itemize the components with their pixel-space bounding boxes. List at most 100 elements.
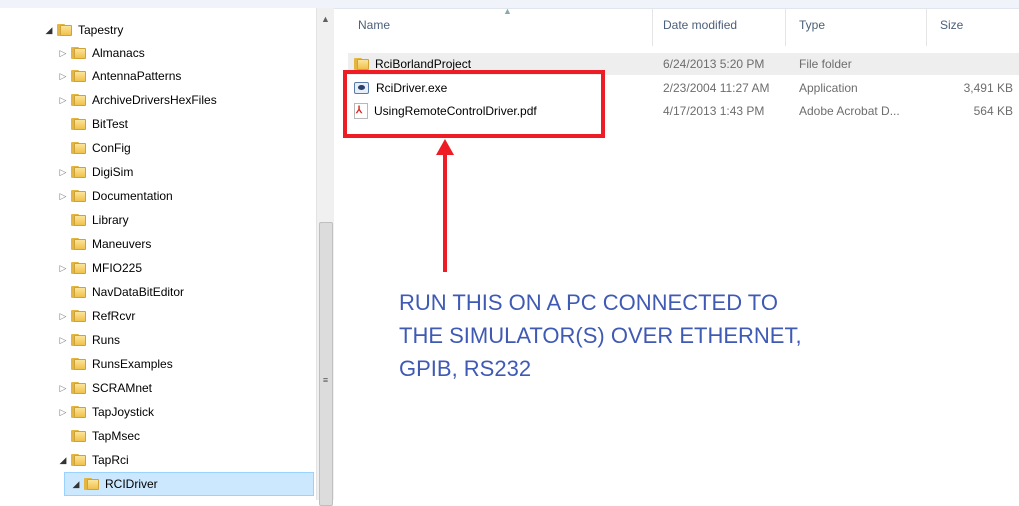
tree-item-label: RCIDriver <box>105 477 158 491</box>
file-date: 6/24/2013 5:20 PM <box>663 57 765 71</box>
tree-item-label: SCRAMnet <box>92 381 153 395</box>
expand-closed-icon[interactable]: ▷ <box>58 71 68 82</box>
folder-icon <box>71 142 86 154</box>
column-divider[interactable] <box>785 8 786 46</box>
tree-item-label: MFIO225 <box>92 261 143 275</box>
folder-icon <box>71 166 86 178</box>
column-divider[interactable] <box>926 8 927 46</box>
tree-item-maneuvers[interactable]: Maneuvers <box>58 232 151 256</box>
expand-closed-icon[interactable]: ▷ <box>58 335 68 346</box>
tree-item-mfio225[interactable]: ▷ MFIO225 <box>58 256 142 280</box>
navigation-scrollbar[interactable]: ▲ ≡ <box>316 8 334 506</box>
tree-item-config[interactable]: ConFig <box>58 136 131 160</box>
arrow-shaft <box>443 150 447 272</box>
file-size <box>940 53 1013 75</box>
scrollbar-grip-icon: ≡ <box>322 375 329 385</box>
expand-open-icon[interactable]: ◢ <box>58 455 68 466</box>
file-date: 4/17/2013 1:43 PM <box>663 104 765 118</box>
tree-item-label: DigiSim <box>92 165 134 179</box>
tree-item-navdatabiteditor[interactable]: NavDataBitEditor <box>58 280 184 304</box>
tree-item-archivedrivershexfiles[interactable]: ▷ ArchiveDriversHexFiles <box>58 88 217 112</box>
tree-item-label: ConFig <box>92 141 131 155</box>
column-header-date[interactable]: Date modified <box>663 8 737 42</box>
tree-item-label: ArchiveDriversHexFiles <box>92 93 217 107</box>
highlight-box <box>343 70 605 138</box>
tree-item-runsexamples[interactable]: RunsExamples <box>58 352 173 376</box>
tree-item-label: TapMsec <box>92 429 141 443</box>
column-divider[interactable] <box>652 8 653 46</box>
sort-ascending-icon: ▲ <box>503 6 512 16</box>
tree-item-scramnet[interactable]: ▷ SCRAMnet <box>58 376 153 400</box>
annotation-line: GPIB, RS232 <box>399 356 532 381</box>
annotation-line: THE SIMULATOR(S) OVER ETHERNET, <box>399 323 802 348</box>
tree-item-label: AntennaPatterns <box>92 69 182 83</box>
folder-icon <box>71 406 86 418</box>
folder-icon <box>57 24 72 36</box>
tree-item-runs[interactable]: ▷ Runs <box>58 328 120 352</box>
tree-item-label: Maneuvers <box>92 237 152 251</box>
tree-item-documentation[interactable]: ▷ Documentation <box>58 184 173 208</box>
expand-closed-icon[interactable]: ▷ <box>58 167 68 178</box>
file-type: File folder <box>799 57 852 71</box>
folder-icon <box>71 47 86 59</box>
tree-item-label: Tapestry <box>78 23 124 37</box>
file-size: 564 KB <box>973 104 1013 118</box>
folder-icon <box>71 454 86 466</box>
tree-item-almanacs[interactable]: ▷ Almanacs <box>58 41 145 65</box>
tree-item-label: TapRci <box>92 453 129 467</box>
column-header-name[interactable]: Name <box>358 8 390 42</box>
scroll-up-icon[interactable]: ▲ <box>317 14 334 24</box>
file-name: RciBorlandProject <box>375 57 472 71</box>
tree-item-label: Runs <box>92 333 121 347</box>
folder-icon <box>71 238 86 250</box>
annotation-text: RUN THIS ON A PC CONNECTED TO THE SIMULA… <box>399 286 999 385</box>
tree-item-antennapatterns[interactable]: ▷ AntennaPatterns <box>58 64 182 88</box>
tree-item-bittest[interactable]: BitTest <box>58 112 128 136</box>
folder-icon <box>84 478 99 490</box>
tree-item-label: NavDataBitEditor <box>92 285 185 299</box>
tree-item-label: RefRcvr <box>92 309 136 323</box>
folder-icon <box>71 190 86 202</box>
file-type: Adobe Acrobat D... <box>799 104 900 118</box>
expand-closed-icon[interactable]: ▷ <box>58 383 68 394</box>
tree-item-label: Documentation <box>92 189 173 203</box>
expand-closed-icon[interactable]: ▷ <box>58 407 68 418</box>
tree-item-rcidriver[interactable]: ◢ RCIDriver <box>64 472 314 496</box>
tree-item-tapjoystick[interactable]: ▷ TapJoystick <box>58 400 155 424</box>
tree-item-label: Almanacs <box>92 46 145 60</box>
tree-item-tapestry[interactable]: ◢ Tapestry <box>44 18 124 42</box>
column-header-type[interactable]: Type <box>799 8 825 42</box>
scrollbar-thumb[interactable] <box>319 222 333 506</box>
file-size: 3,491 KB <box>963 81 1013 95</box>
expand-closed-icon[interactable]: ▷ <box>58 263 68 274</box>
folder-icon <box>71 334 86 346</box>
expand-open-icon[interactable]: ◢ <box>44 25 54 36</box>
tree-item-digisim[interactable]: ▷ DigiSim <box>58 160 134 184</box>
expand-closed-icon[interactable]: ▷ <box>58 48 68 59</box>
tree-item-library[interactable]: Library <box>58 208 129 232</box>
folder-icon <box>354 58 369 70</box>
folder-icon <box>71 430 86 442</box>
folder-icon <box>71 286 86 298</box>
folder-icon <box>71 382 86 394</box>
expand-closed-icon[interactable]: ▷ <box>58 311 68 322</box>
folder-icon <box>71 94 86 106</box>
tree-item-taprci[interactable]: ◢ TapRci <box>58 448 129 472</box>
tree-item-label: Library <box>92 213 129 227</box>
tree-item-refrcvr[interactable]: ▷ RefRcvr <box>58 304 136 328</box>
navigation-pane: ◢ Tapestry ▷ Almanacs ▷ AntennaPatterns … <box>0 8 316 500</box>
expand-closed-icon[interactable]: ▷ <box>58 95 68 106</box>
file-type: Application <box>799 81 858 95</box>
column-header-size[interactable]: Size <box>940 8 963 42</box>
folder-icon <box>71 310 86 322</box>
expand-open-icon[interactable]: ◢ <box>71 479 81 490</box>
tree-item-label: TapJoystick <box>92 405 155 419</box>
tree-item-tapmsec[interactable]: TapMsec <box>58 424 140 448</box>
expand-closed-icon[interactable]: ▷ <box>58 191 68 202</box>
file-date: 2/23/2004 11:27 AM <box>663 81 770 95</box>
folder-icon <box>71 118 86 130</box>
tree-item-label: RunsExamples <box>92 357 173 371</box>
folder-icon <box>71 358 86 370</box>
annotation-line: RUN THIS ON A PC CONNECTED TO <box>399 290 778 315</box>
folder-icon <box>71 214 86 226</box>
